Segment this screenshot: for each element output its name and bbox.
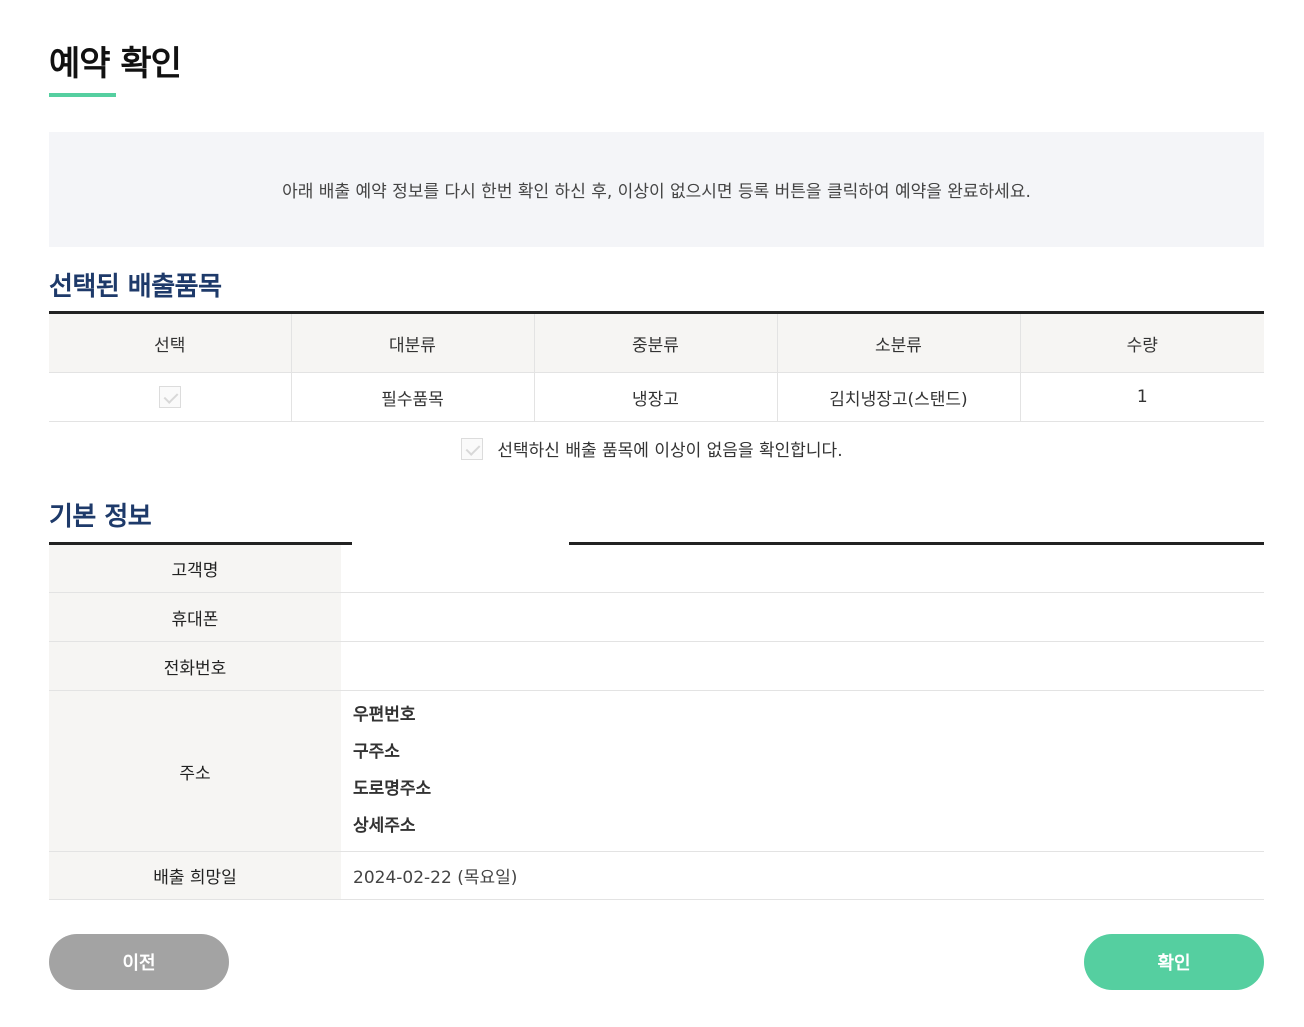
phone-row: 전화번호 bbox=[49, 642, 1264, 691]
row-major: 필수품목 bbox=[291, 372, 535, 422]
row-minor: 김치냉장고(스탠드) bbox=[777, 372, 1021, 422]
address-row: 주소 우편번호 구주소 도로명주소 상세주소 bbox=[49, 691, 1264, 852]
title-underline bbox=[49, 93, 116, 97]
address-label: 주소 bbox=[49, 691, 341, 851]
row-checkbox[interactable] bbox=[158, 386, 181, 408]
mobile-label: 휴대폰 bbox=[49, 593, 341, 641]
row-middle: 냉장고 bbox=[534, 372, 778, 422]
phone-value bbox=[341, 642, 1264, 690]
address-detail: 상세주소 bbox=[353, 816, 416, 836]
address-fields: 우편번호 구주소 도로명주소 상세주소 bbox=[341, 691, 431, 851]
customer-value bbox=[341, 545, 1264, 592]
confirm-items-checkbox[interactable] bbox=[461, 437, 484, 460]
phone-label: 전화번호 bbox=[49, 642, 341, 690]
info-section-title: 기본 정보 bbox=[49, 502, 152, 532]
table-row: 필수품목 냉장고 김치냉장고(스탠드) 1 bbox=[49, 372, 1264, 422]
date-value: 2024-02-22 (목요일) bbox=[353, 868, 518, 888]
prev-button[interactable]: 이전 bbox=[49, 934, 229, 990]
confirm-items-label[interactable]: 선택하신 배출 품목에 이상이 없음을 확인합니다. bbox=[497, 436, 842, 461]
date-label: 배출 희망일 bbox=[49, 852, 341, 899]
page-title: 예약 확인 bbox=[49, 44, 182, 84]
row-select-cell bbox=[49, 372, 292, 422]
mobile-row: 휴대폰 bbox=[49, 593, 1264, 642]
col-header-middle: 중분류 bbox=[534, 312, 778, 373]
col-header-major: 대분류 bbox=[291, 312, 535, 373]
col-header-qty: 수량 bbox=[1020, 312, 1264, 373]
mobile-value bbox=[341, 593, 1264, 641]
address-old: 구주소 bbox=[353, 742, 400, 762]
col-header-minor: 소분류 bbox=[777, 312, 1021, 373]
address-road: 도로명주소 bbox=[353, 779, 432, 799]
date-row: 배출 희망일 2024-02-22 (목요일) bbox=[49, 852, 1264, 900]
col-header-select: 선택 bbox=[49, 312, 292, 373]
notice-box: 아래 배출 예약 정보를 다시 한번 확인 하신 후, 이상이 없으시면 등록 … bbox=[49, 132, 1264, 247]
notice-text: 아래 배출 예약 정보를 다시 한번 확인 하신 후, 이상이 없으시면 등록 … bbox=[282, 182, 1031, 202]
confirm-items-row: 선택하신 배출 품목에 이상이 없음을 확인합니다. bbox=[0, 436, 1304, 461]
items-header-row: 선택 대분류 중분류 소분류 수량 bbox=[49, 312, 1264, 373]
items-section-title: 선택된 배출품목 bbox=[49, 272, 222, 302]
customer-row: 고객명 bbox=[49, 545, 1264, 593]
items-table: 선택 대분류 중분류 소분류 수량 필수품목 냉장고 김치냉장고(스탠드) 1 bbox=[49, 311, 1264, 422]
confirm-button[interactable]: 확인 bbox=[1084, 934, 1264, 990]
customer-label: 고객명 bbox=[49, 545, 341, 592]
address-zipcode: 우편번호 bbox=[353, 705, 416, 725]
row-qty: 1 bbox=[1020, 372, 1264, 422]
